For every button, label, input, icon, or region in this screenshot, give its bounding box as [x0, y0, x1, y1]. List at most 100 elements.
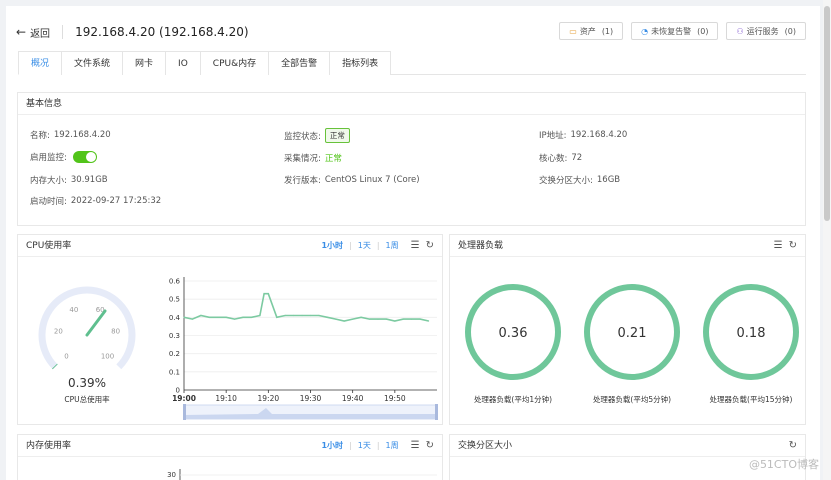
zoom-handle-right[interactable] [435, 404, 438, 420]
alerts-count: (0) [697, 26, 709, 36]
tab-cpu-memory[interactable]: CPU&内存 [199, 51, 270, 75]
tab-io[interactable]: IO [165, 51, 201, 75]
assets-button[interactable]: ▭ 资产 (1) [559, 22, 624, 40]
range-separator: | [349, 441, 352, 450]
assets-label: 资产 [579, 26, 596, 36]
os-value: CentOS Linux 7 (Core) [324, 175, 420, 185]
data-point [309, 314, 312, 317]
memory-usage-card: 内存使用率 1小时 | 1天 | 1周 ☰ ↻ 30 [17, 434, 443, 480]
refresh-icon[interactable]: ↻ [789, 435, 797, 457]
range-1h-link[interactable]: 1小时 [321, 235, 343, 257]
services-count: (0) [784, 26, 796, 36]
range-separator: | [376, 241, 380, 250]
tab-filesystem[interactable]: 文件系统 [61, 51, 124, 75]
tab-all-alerts[interactable]: 全部告警 [268, 51, 331, 75]
basic-info-card: 基本信息 名称: 192.168.4.20 监控状态: 正常 IP地址: 192… [17, 92, 806, 226]
data-point [208, 316, 210, 318]
refresh-icon[interactable]: ↻ [426, 435, 434, 457]
swap-size-value: 16GB [596, 175, 621, 185]
cpu-toolbar: 1小时 | 1天 | 1周 ☰ ↻ [321, 235, 434, 257]
alerts-label: 未恢复告警 [651, 26, 692, 36]
data-point [419, 318, 421, 320]
cpu-line-chart: 00.10.20.30.40.50.619:00 19:10 19:20 19:30 1… [169, 277, 437, 403]
cpu-usage-title: CPU使用率 1小时 | 1天 | 1周 ☰ ↻ [18, 235, 442, 257]
data-point [343, 320, 345, 322]
tab-nic[interactable]: 网卡 [122, 51, 167, 75]
enable-monitor-toggle[interactable] [72, 151, 97, 163]
page-scrollbar[interactable] [823, 0, 831, 480]
range-1h-link[interactable]: 1小时 [321, 435, 343, 457]
list-icon[interactable]: ☰ [411, 235, 420, 257]
load-value-5m: 0.21 [618, 326, 647, 341]
tab-metrics[interactable]: 指标列表 [329, 51, 392, 75]
y-tick-label: 0.5 [169, 296, 180, 304]
status-badge: 正常 [324, 128, 350, 143]
data-point [259, 314, 261, 317]
cpu-usage-series-line [183, 292, 429, 322]
list-icon[interactable]: ☰ [411, 435, 420, 457]
bell-icon: ◔ [641, 26, 649, 36]
load-label-5m: 处理器负载(平均5分钟) [593, 394, 671, 404]
range-1w-link[interactable]: 1周 [386, 235, 399, 257]
ip-value: 192.168.4.20 [570, 130, 628, 140]
refresh-icon[interactable]: ↻ [789, 235, 797, 257]
gauge-needle [85, 309, 107, 337]
collect-row: 采集情况: 正常 [284, 152, 342, 164]
range-1w-link[interactable]: 1周 [386, 435, 399, 457]
scrollbar-thumb[interactable] [824, 6, 830, 221]
data-point [276, 316, 278, 318]
range-1d-link[interactable]: 1天 [358, 235, 371, 257]
tab-bar: 概况 文件系统 网卡 IO CPU&内存 全部告警 指标列表 [18, 51, 806, 75]
x-tick-label: 19:20 [258, 394, 280, 403]
y-tick-label: 0.1 [169, 368, 180, 376]
cpu-gauge: 02040 6080100 0.39% CPU总使用率 [38, 286, 136, 404]
data-point [234, 318, 236, 320]
os-key: 发行版本: [284, 176, 321, 186]
memory-key: 内存大小: [30, 176, 67, 186]
data-point [427, 320, 430, 322]
ip-row: IP地址: 192.168.4.20 [539, 129, 627, 141]
mem-chart-svg: 30 [167, 469, 437, 480]
data-point [225, 316, 227, 318]
user-service-icon: ⚇ [736, 26, 744, 36]
x-tick-label: 19:10 [215, 394, 237, 403]
memory-usage-title: 内存使用率 1小时 | 1天 | 1周 ☰ ↻ [18, 435, 442, 457]
list-icon[interactable]: ☰ [774, 235, 783, 257]
data-point [183, 316, 185, 318]
gauge-tick-label: 20 [54, 327, 63, 335]
range-1d-link[interactable]: 1天 [358, 435, 371, 457]
data-point [352, 318, 354, 320]
data-point [368, 318, 371, 320]
data-point [335, 318, 337, 320]
header-actions: ▭ 资产 (1) ◔ 未恢复告警 (0) ⚇ 运行服务 (0) [559, 22, 806, 40]
data-zoom-slider[interactable] [183, 404, 438, 420]
y-tick-label: 0.2 [169, 350, 180, 358]
swap-title-text: 交换分区大小 [458, 441, 513, 451]
unresolved-alerts-button[interactable]: ◔ 未恢复告警 (0) [631, 22, 719, 40]
data-point [250, 316, 253, 318]
zoom-handle-left[interactable] [183, 404, 186, 420]
swap-toolbar: ↻ [789, 435, 797, 457]
running-services-button[interactable]: ⚇ 运行服务 (0) [726, 22, 806, 40]
ip-key: IP地址: [539, 131, 567, 141]
divider [62, 25, 64, 39]
data-point [360, 316, 362, 318]
data-point [217, 316, 219, 318]
data-point [301, 314, 303, 317]
refresh-icon[interactable]: ↻ [426, 235, 434, 257]
monitor-status-key: 监控状态: [284, 131, 321, 142]
data-point [394, 320, 396, 322]
name-key: 名称: [30, 131, 50, 141]
data-point [267, 293, 269, 295]
y-tick-label: 0.3 [169, 332, 180, 340]
back-button[interactable]: ← 返回 [16, 25, 50, 40]
load-title-text: 处理器负载 [458, 241, 504, 251]
x-tick-label: 19:40 [342, 394, 364, 403]
data-point [385, 318, 387, 320]
page-title: 192.168.4.20 (192.168.4.20) [75, 25, 249, 39]
gauge-label: CPU总使用率 [64, 394, 110, 404]
load-value-15m: 0.18 [737, 326, 766, 341]
monitor-status-row: 监控状态: 正常 [284, 128, 350, 143]
tab-overview[interactable]: 概况 [18, 51, 63, 75]
data-point [377, 318, 379, 320]
